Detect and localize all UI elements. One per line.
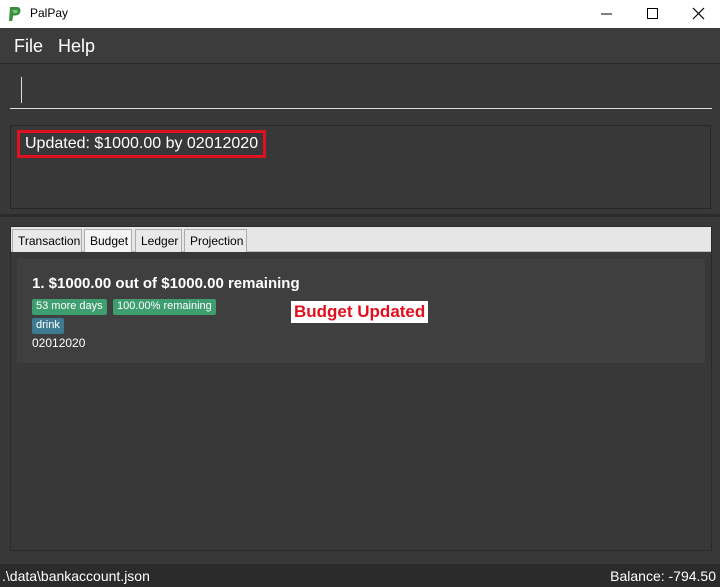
- menu-file[interactable]: File: [14, 36, 43, 57]
- tab-pane: Transaction Budget Ledger Projection 1. …: [10, 226, 712, 551]
- maximize-icon: [647, 8, 658, 19]
- budget-date: 02012020: [32, 336, 86, 350]
- palpay-logo-icon: [8, 6, 22, 22]
- minimize-button[interactable]: [584, 0, 630, 28]
- close-button[interactable]: [676, 0, 720, 28]
- percent-remaining-tag: 100.00% remaining: [113, 299, 216, 315]
- balance-display: Balance: -794.50: [610, 568, 716, 584]
- minimize-icon: [601, 13, 612, 15]
- command-box: [0, 65, 720, 117]
- window-title: PalPay: [30, 6, 69, 20]
- split-divider[interactable]: [0, 214, 720, 217]
- close-icon: [692, 7, 705, 20]
- tab-projection[interactable]: Projection: [184, 229, 247, 252]
- category-tag: drink: [32, 318, 64, 334]
- command-input[interactable]: [10, 73, 712, 109]
- tab-transaction[interactable]: Transaction: [12, 229, 82, 252]
- text-caret: [21, 77, 22, 103]
- menu-bar: File Help: [0, 28, 720, 64]
- tab-ledger[interactable]: Ledger: [135, 229, 182, 252]
- budget-updated-annotation: Budget Updated: [291, 301, 429, 323]
- tab-strip: Transaction Budget Ledger Projection: [11, 227, 711, 252]
- tab-budget[interactable]: Budget: [84, 229, 132, 252]
- status-bar: .\data\bankaccount.json Balance: -794.50: [0, 564, 720, 587]
- days-remaining-tag: 53 more days: [32, 299, 107, 315]
- result-display: Updated: $1000.00 by 02012020: [10, 125, 711, 209]
- result-message: Updated: $1000.00 by 02012020: [17, 130, 267, 158]
- menu-help[interactable]: Help: [58, 36, 95, 57]
- maximize-button[interactable]: [630, 0, 676, 28]
- budget-title: 1. $1000.00 out of $1000.00 remaining: [32, 275, 300, 292]
- file-path: .\data\bankaccount.json: [2, 568, 150, 584]
- title-bar: PalPay: [0, 0, 720, 28]
